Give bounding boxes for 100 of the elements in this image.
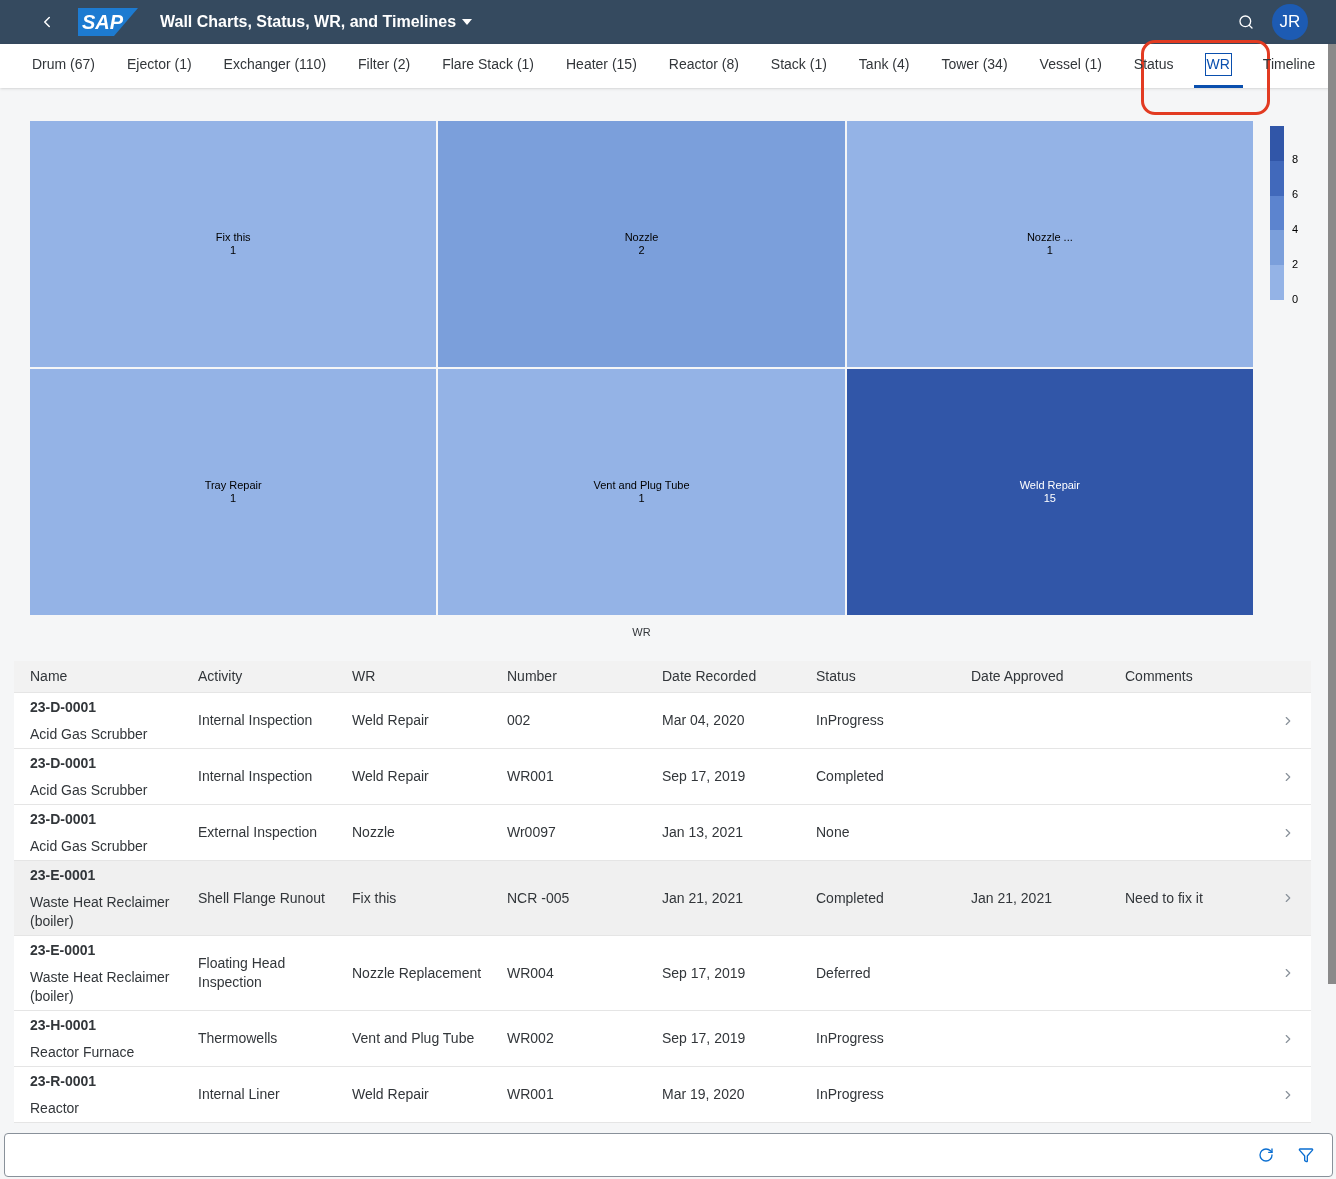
- table-cell-text: Weld Repair: [352, 711, 430, 730]
- tile-label: Nozzle ...: [1026, 231, 1073, 244]
- table-cell-text: InProgress: [816, 1085, 885, 1104]
- tile-label: Vent and Plug Tube: [593, 479, 690, 492]
- table-cell-text: Mar 19, 2020: [662, 1085, 746, 1104]
- treemap-tile[interactable]: Tray Repair 1: [30, 369, 437, 615]
- page-title-menu[interactable]: Wall Charts, Status, WR, and Timelines: [160, 10, 473, 34]
- record-name: 23-E-0001: [30, 865, 97, 885]
- record-name: 23-E-0001: [30, 940, 97, 960]
- refresh-icon[interactable]: [1258, 1147, 1274, 1163]
- table-cell-text: Mar 04, 2020: [662, 711, 746, 730]
- table-row[interactable]: 23-H-0001 Reactor Furnace Thermowells Vent and Plug Tube WR002 Sep 17, 2019 InProgress: [14, 1010, 1311, 1067]
- table-row[interactable]: 23-D-0001 Acid Gas Scrubber External Inspection Nozzle Wr0097 Jan 13, 2021 None: [14, 804, 1311, 861]
- table-cell-text: Jan 21, 2021: [971, 888, 1053, 908]
- table-row[interactable]: 23-E-0001 Waste Heat Reclaimer (boiler) Shell Flange Runout Fix this NCR -005 Jan 21, 2021 Completed Jan 21, 2021 Need to fix it: [14, 860, 1311, 936]
- table-cell-text: WR002: [507, 1029, 555, 1048]
- tab[interactable]: Tower (34): [929, 44, 1020, 88]
- table-cell-text: NCR -005: [507, 888, 571, 908]
- record-description: Acid Gas Scrubber: [30, 724, 149, 744]
- column-header: Activity: [197, 666, 244, 686]
- record-description: Waste Heat Reclaimer (boiler): [30, 967, 171, 1006]
- table-cell-text: Thermowells: [198, 1029, 279, 1048]
- record-description: Acid Gas Scrubber: [30, 780, 149, 800]
- column-header: Date Recorded: [661, 666, 758, 686]
- filter-icon[interactable]: [1298, 1147, 1314, 1163]
- table-cell-text: Weld Repair: [352, 767, 430, 786]
- tile-value: 1: [230, 492, 237, 505]
- tab[interactable]: Ejector (1): [115, 44, 204, 88]
- table-cell-text: WR004: [507, 963, 555, 983]
- table-cell-text: Weld Repair: [352, 1085, 430, 1104]
- table-cell-text: External Inspection: [198, 823, 319, 842]
- legend-tick: 4: [1292, 223, 1299, 237]
- tab[interactable]: Drum (67): [20, 44, 107, 88]
- table-cell-text: Shell Flange Runout: [198, 888, 326, 908]
- record-name: 23-R-0001: [30, 1071, 98, 1091]
- legend-tick: 8: [1292, 153, 1299, 167]
- table-cell-text: Internal Liner: [198, 1085, 281, 1104]
- search-icon[interactable]: [1238, 14, 1254, 30]
- record-description: Acid Gas Scrubber: [30, 836, 149, 856]
- tab[interactable]: Flare Stack (1): [430, 44, 546, 88]
- tab[interactable]: Reactor (8): [656, 44, 751, 88]
- treemap-tile[interactable]: Vent and Plug Tube 1: [438, 369, 845, 615]
- table-cell-text: None: [816, 823, 851, 842]
- table-cell-text: Wr0097: [507, 823, 557, 842]
- record-name: 23-H-0001: [30, 1015, 98, 1035]
- tile-label: Fix this: [215, 231, 251, 244]
- treemap-tile[interactable]: Weld Repair 15: [846, 369, 1253, 615]
- table-cell-text: Sep 17, 2019: [662, 767, 747, 786]
- chart-caption: WR: [632, 625, 651, 640]
- column-header: Comments: [1124, 666, 1194, 686]
- column-header: WR: [351, 666, 377, 686]
- table-cell-text: Sep 17, 2019: [662, 1029, 747, 1048]
- column-header: Name: [29, 666, 69, 686]
- legend-tick: 6: [1292, 188, 1299, 202]
- table-cell-text: Deferred: [816, 963, 872, 983]
- record-description: Reactor: [30, 1098, 81, 1118]
- table-row[interactable]: 23-D-0001 Acid Gas Scrubber Internal Inspection Weld Repair WR001 Sep 17, 2019 Completed: [14, 748, 1311, 805]
- table-cell-text: InProgress: [816, 1029, 885, 1048]
- tile-label: Nozzle: [624, 231, 659, 244]
- tab[interactable]: Vessel (1): [1027, 44, 1114, 88]
- table-cell-text: Vent and Plug Tube: [352, 1029, 476, 1048]
- table-cell-text: Internal Inspection: [198, 767, 314, 786]
- record-description: Waste Heat Reclaimer (boiler): [30, 892, 171, 931]
- tile-value: 15: [1043, 492, 1056, 505]
- table-cell-text: Sep 17, 2019: [662, 963, 747, 983]
- treemap-tile[interactable]: Nozzle ... 1: [846, 121, 1253, 367]
- table-row[interactable]: 23-E-0001 Waste Heat Reclaimer (boiler) Floating Head Inspection Nozzle Replacement WR004 Sep 17, 2019 Deferred: [14, 935, 1311, 1011]
- column-header: Number: [506, 666, 558, 686]
- record-name: 23-D-0001: [30, 697, 98, 717]
- tab[interactable]: Tank (4): [846, 44, 922, 88]
- tile-value: 2: [638, 244, 645, 257]
- table-cell-text: Completed: [816, 888, 885, 908]
- treemap-tile[interactable]: Fix this 1: [30, 121, 437, 367]
- caret-icon: [462, 19, 473, 25]
- treemap-tile[interactable]: Nozzle 2: [438, 121, 845, 367]
- table-cell-text: Jan 13, 2021: [662, 823, 744, 842]
- column-header: Status: [815, 666, 857, 686]
- table-cell-text: Need to fix it: [1125, 888, 1204, 908]
- table-cell-text: Completed: [816, 767, 885, 786]
- column-header: Date Approved: [970, 666, 1065, 686]
- tab[interactable]: Exchanger (110): [211, 44, 339, 88]
- table-cell-text: WR001: [507, 767, 555, 786]
- table-row[interactable]: 23-R-0001 Reactor Internal Liner Weld Repair WR001 Mar 19, 2020 InProgress: [14, 1066, 1311, 1123]
- tab[interactable]: Filter (2): [346, 44, 423, 88]
- tab[interactable]: Heater (15): [554, 44, 649, 88]
- legend-tick: 2: [1292, 258, 1299, 272]
- table-cell-text: Floating Head Inspection: [198, 954, 287, 992]
- user-avatar[interactable]: JR: [1272, 4, 1308, 40]
- record-name: 23-D-0001: [30, 809, 98, 829]
- table-cell-text: Internal Inspection: [198, 711, 314, 730]
- table-cell-text: 002: [507, 711, 532, 730]
- tile-label: Weld Repair: [1019, 479, 1080, 492]
- table-cell-text: Fix this: [352, 888, 398, 908]
- table-cell-text: Nozzle: [352, 823, 396, 842]
- table-cell-text: WR001: [507, 1085, 555, 1104]
- tab[interactable]: WR: [1193, 44, 1243, 88]
- tab[interactable]: Stack (1): [758, 44, 839, 88]
- tile-value: 1: [230, 244, 237, 257]
- record-name: 23-D-0001: [30, 753, 98, 773]
- table-row[interactable]: 23-D-0001 Acid Gas Scrubber Internal Inspection Weld Repair 002 Mar 04, 2020 InProgress: [14, 692, 1311, 749]
